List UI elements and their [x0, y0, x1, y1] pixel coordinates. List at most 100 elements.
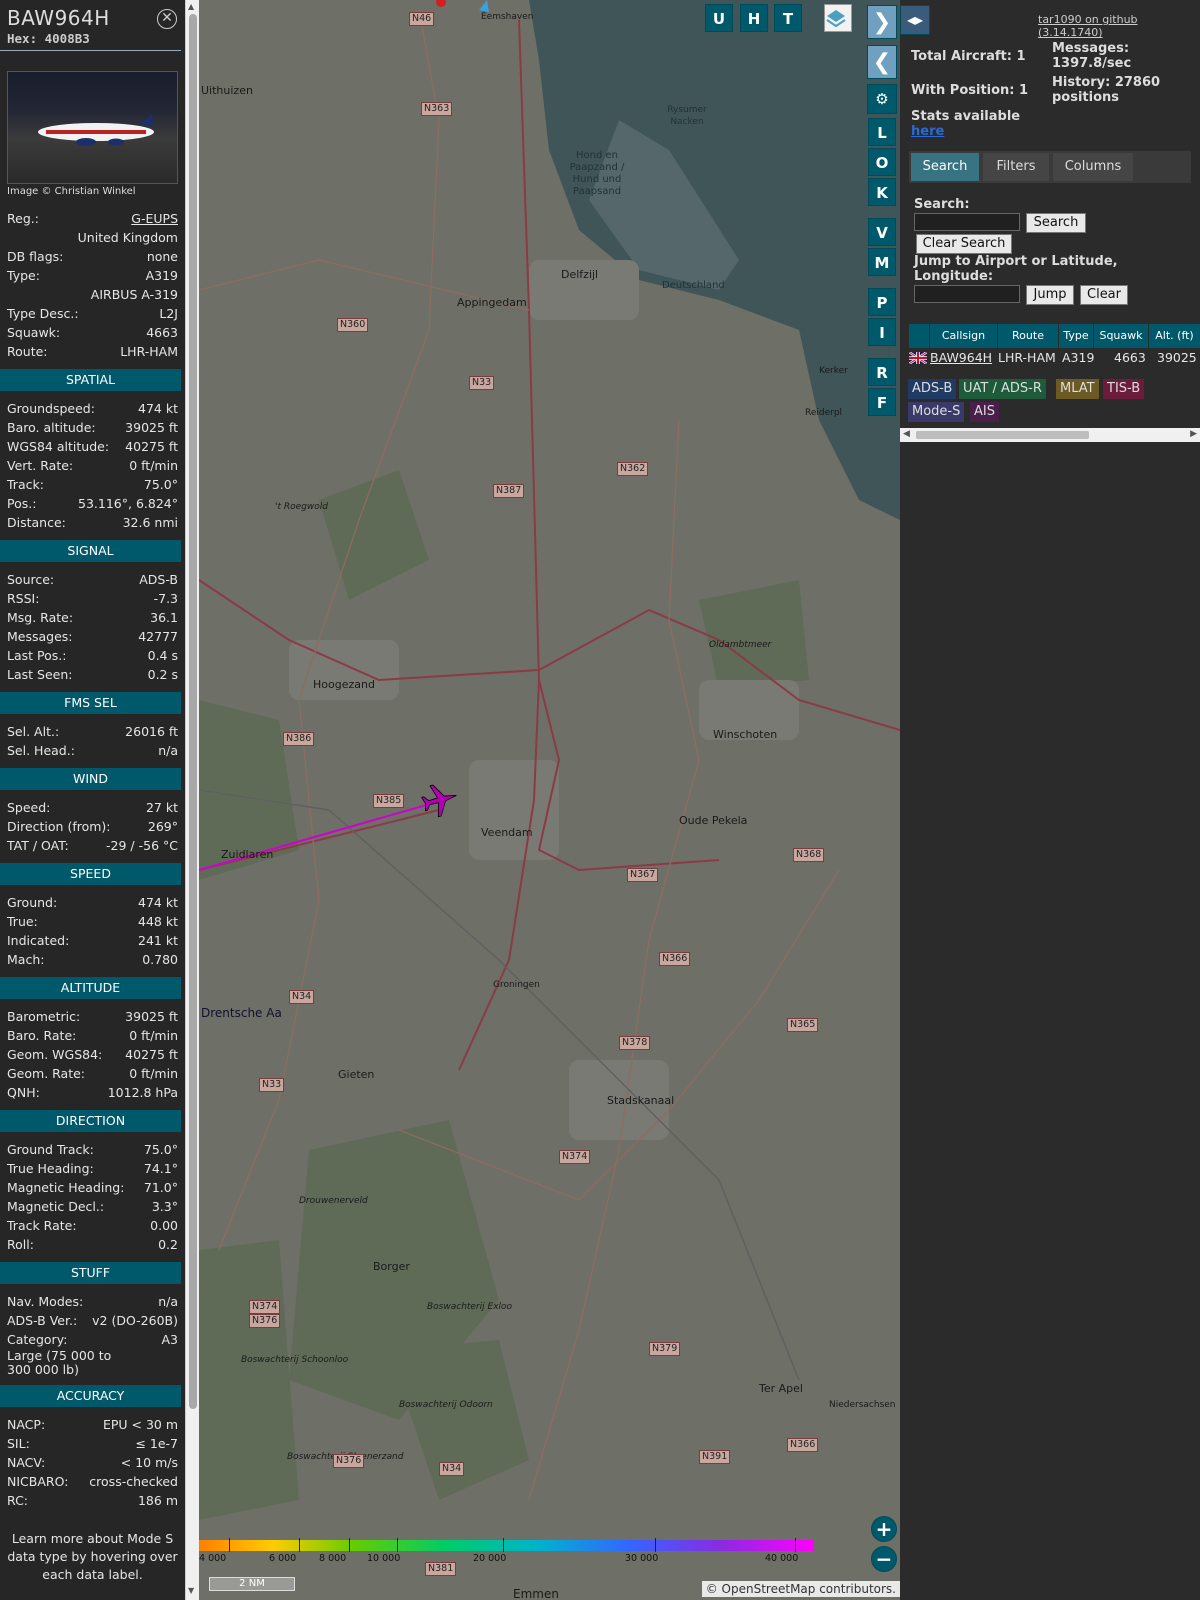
map-button-i[interactable]: I — [868, 318, 896, 346]
sidebar-scroll-thumb[interactable] — [189, 14, 197, 1409]
info-value[interactable]: G-EUPS — [131, 209, 178, 228]
legend-adsb[interactable]: ADS-B — [908, 379, 957, 399]
airplane-photo-icon — [38, 114, 154, 146]
tab-search[interactable]: Search — [911, 153, 979, 181]
detail-row: Messages: 42777 — [0, 627, 185, 646]
section-header-spatial: SPATIAL — [0, 369, 181, 391]
info-row: AIRBUS A-319 — [0, 285, 185, 304]
stats-available: Stats available — [911, 109, 1021, 124]
detail-value: v2 (DO-260B) — [92, 1313, 178, 1328]
table-header-altitude[interactable]: Alt. (ft) — [1149, 324, 1200, 348]
detail-row: TAT / OAT: -29 / -56 °C — [0, 836, 185, 855]
detail-value: 0.780 — [142, 952, 178, 967]
road-label: N33 — [259, 1078, 285, 1092]
zoom-in-icon[interactable]: + — [871, 1516, 897, 1542]
expand-collapse-icon[interactable]: ◂▸ — [900, 5, 930, 35]
stats-here-link[interactable]: here — [911, 124, 944, 139]
scroll-left-arrow-icon[interactable]: ◀ — [903, 429, 910, 439]
scroll-right-arrow-icon[interactable]: ▶ — [1190, 429, 1197, 439]
photo-credit: Image © Christian Winkel — [7, 186, 136, 197]
road-label: N368 — [793, 848, 825, 862]
legend-uat[interactable]: UAT / ADS-R — [959, 379, 1046, 399]
altitude-tick-label: 10 000 — [367, 1553, 401, 1564]
clear-search-button[interactable]: Clear Search — [916, 234, 1012, 254]
table-horizontal-scrollbar[interactable]: ◀ ▶ — [900, 428, 1200, 442]
scroll-up-arrow-icon[interactable]: ▲ — [188, 2, 194, 11]
map-button-m[interactable]: M — [868, 248, 896, 276]
row-callsign[interactable]: BAW964H — [930, 349, 992, 367]
altitude-tick — [229, 1538, 230, 1552]
chevron-right-icon[interactable]: ❯ — [867, 5, 897, 39]
legend-ais[interactable]: AIS — [970, 402, 999, 422]
map-button-k[interactable]: K — [868, 178, 896, 206]
detail-label: SIL: — [7, 1436, 30, 1451]
legend-modes[interactable]: Mode-S — [908, 402, 965, 422]
map-button-l[interactable]: L — [868, 118, 896, 146]
detail-row: Ground Track: 75.0° — [0, 1140, 185, 1159]
table-header-type[interactable]: Type — [1059, 324, 1093, 348]
detail-label: Baro. Rate: — [7, 1028, 77, 1043]
horizontal-scroll-thumb[interactable] — [916, 431, 1089, 439]
detail-row: Track: 75.0° — [0, 475, 185, 494]
sidebar-scrollbar[interactable]: ▲ ▼ — [185, 0, 199, 1600]
detail-value: -29 / -56 °C — [106, 838, 178, 853]
settings-gear-icon[interactable]: ⚙ — [867, 84, 897, 114]
place-label: Rysumer Nacken — [667, 105, 707, 127]
legend-mlat[interactable]: MLAT — [1056, 379, 1099, 399]
road-label: N378 — [619, 1036, 651, 1050]
zoom-out-icon[interactable]: − — [871, 1546, 897, 1572]
github-link[interactable]: tar1090 on github (3.14.1740) — [1038, 13, 1200, 39]
road-label: N385 — [373, 794, 405, 808]
place-label: Borger — [373, 1260, 410, 1273]
map-attribution[interactable]: © OpenStreetMap contributors. — [701, 1581, 900, 1597]
aircraft-photo[interactable] — [7, 71, 178, 184]
blue-aircraft-icon[interactable] — [479, 0, 489, 12]
jump-input[interactable] — [914, 285, 1020, 303]
detail-row: Indicated: 241 kt — [0, 931, 185, 950]
tab-filters[interactable]: Filters — [983, 153, 1049, 181]
learn-more-text: Learn more about Mode S data type by hov… — [7, 1531, 178, 1582]
map-view[interactable]: Eemshaven Uithuizen Delfzijl Appingedam Hoog… — [199, 0, 900, 1600]
search-button[interactable]: Search — [1026, 213, 1086, 233]
detail-value: 0 ft/min — [129, 1066, 178, 1081]
clear-button[interactable]: Clear — [1080, 285, 1128, 305]
map-button-u[interactable]: U — [705, 4, 733, 32]
legend-tisb[interactable]: TIS-B — [1103, 379, 1145, 399]
road-label: N381 — [425, 1562, 457, 1576]
detail-value: 186 m — [137, 1493, 178, 1508]
map-button-p[interactable]: P — [868, 288, 896, 316]
chevron-left-icon[interactable]: ❮ — [867, 45, 897, 79]
section-header-signal: SIGNAL — [0, 540, 181, 562]
close-icon[interactable]: ✕ — [157, 9, 177, 29]
detail-value: 74.1° — [143, 1161, 178, 1176]
jump-button[interactable]: Jump — [1026, 285, 1074, 305]
altitude-tick-label: 4 000 — [199, 1553, 227, 1564]
search-input[interactable] — [914, 213, 1020, 231]
map-button-f[interactable]: F — [868, 388, 896, 416]
detail-value: n/a — [158, 743, 178, 758]
place-label: Kerker — [819, 366, 848, 376]
detail-row: RSSI: -7.3 — [0, 589, 185, 608]
place-label: Oldambtmeer — [709, 640, 772, 650]
info-label: Route: — [7, 344, 48, 359]
table-header-route[interactable]: Route — [998, 324, 1058, 348]
detail-value: 0.4 s — [147, 648, 178, 663]
table-header-callsign[interactable]: Callsign — [930, 324, 997, 348]
altitude-tick — [655, 1538, 656, 1552]
detail-label: ADS-B Ver.: — [7, 1313, 78, 1328]
info-value: A319 — [145, 268, 178, 283]
map-button-h[interactable]: H — [740, 4, 768, 32]
map-button-t[interactable]: T — [774, 4, 802, 32]
table-header-squawk[interactable]: Squawk — [1094, 324, 1148, 348]
map-button-v[interactable]: V — [868, 218, 896, 246]
detail-row: Sel. Head.: n/a — [0, 741, 185, 760]
map-button-r[interactable]: R — [868, 358, 896, 386]
section-header-wind: WIND — [0, 768, 181, 790]
scroll-down-arrow-icon[interactable]: ▼ — [188, 1586, 194, 1595]
layers-icon[interactable] — [824, 4, 852, 32]
place-label: Groningen — [493, 980, 540, 990]
detail-label: Baro. altitude: — [7, 420, 96, 435]
tab-columns[interactable]: Columns — [1053, 153, 1133, 181]
info-row: Squawk: 4663 — [0, 323, 185, 342]
map-button-o[interactable]: O — [868, 148, 896, 176]
